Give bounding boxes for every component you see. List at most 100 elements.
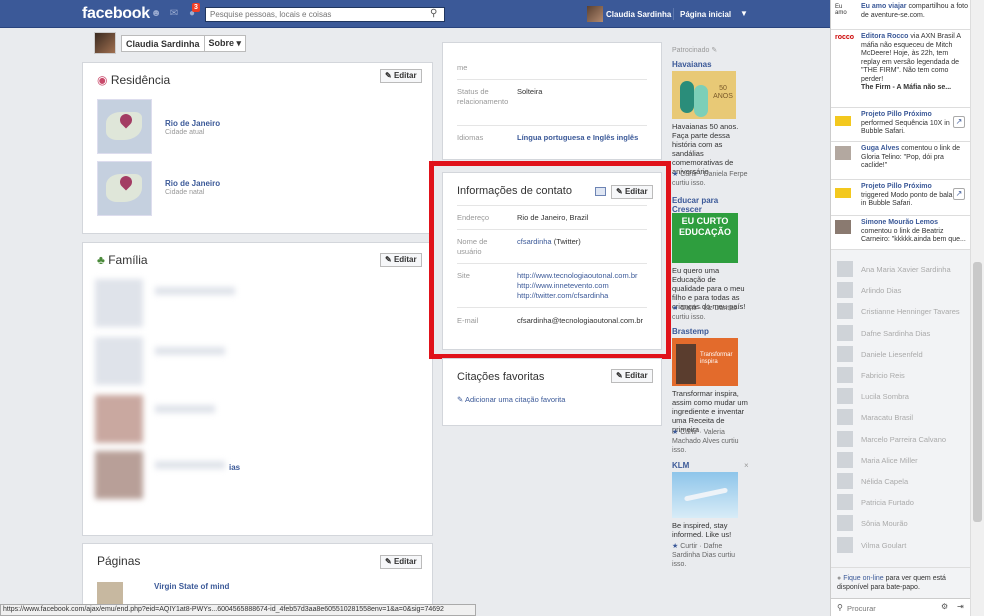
profile-name-link[interactable]: Claudia Sardinha: [122, 39, 204, 49]
friend-requests-icon[interactable]: ☻: [150, 8, 162, 20]
ad-image-text: 50 ANOS: [713, 85, 733, 100]
profile-avatar[interactable]: [94, 32, 116, 54]
current-city-map[interactable]: [97, 99, 152, 154]
like-icon[interactable]: ★: [672, 429, 678, 436]
add-quote-link[interactable]: ✎ Adicionar uma citação favorita: [457, 395, 565, 405]
ticker-text: Eu amo viajar compartilhou a foto de ave…: [861, 3, 969, 20]
chat-friend-item[interactable]: Dafne Sardinha Dias: [837, 324, 967, 341]
chat-friend-item[interactable]: Lucila Sombra: [837, 388, 967, 405]
chat-friend-item[interactable]: Ana Maria Xavier Sardinha: [837, 261, 967, 277]
family-member-photo[interactable]: [95, 395, 143, 443]
ticker-story[interactable]: Eu amo Eu amo viajar compartilhou a foto …: [831, 0, 971, 30]
ad-image[interactable]: EU CURTO EDUCAÇÃO: [672, 213, 738, 263]
account-menu-caret-icon[interactable]: ▼: [740, 9, 748, 18]
search-input[interactable]: [205, 7, 445, 22]
chat-friend-item[interactable]: Sônia Mourão: [837, 515, 967, 532]
home-link[interactable]: Página inicial: [680, 10, 731, 19]
ad-choices-icon[interactable]: ✎: [711, 47, 717, 54]
ticker-body: via AXN Brasil A máfia não esqueceu de M…: [861, 33, 961, 83]
chat-friend-item[interactable]: Marcelo Parreira Calvano: [837, 430, 967, 447]
messages-icon[interactable]: ✉: [168, 8, 180, 20]
search-icon[interactable]: ⚲: [430, 8, 437, 19]
contact-edit-button[interactable]: ✎ Editar: [611, 185, 653, 199]
chat-friend-item[interactable]: Arlindo Dias: [837, 282, 967, 299]
relationship-value: Solteira: [517, 87, 543, 96]
chat-search-input[interactable]: Procurar: [847, 604, 876, 613]
facebook-logo[interactable]: facebook: [82, 5, 150, 23]
ticker-story[interactable]: Simone Mourão Lemos comentou o link de B…: [831, 216, 971, 250]
hometown-link[interactable]: Rio de Janeiro: [165, 179, 220, 188]
family-member-name[interactable]: [155, 287, 235, 295]
like-icon[interactable]: ★: [672, 543, 678, 550]
family-edit-button[interactable]: ✎ Editar: [380, 253, 422, 267]
ad-like: ★ Curtir · Valeria Machado Alves curtiu …: [672, 428, 748, 455]
current-city-link[interactable]: Rio de Janeiro: [165, 119, 220, 128]
family-member-name[interactable]: [155, 405, 215, 413]
contact-title: Informações de contato: [457, 185, 572, 197]
like-icon[interactable]: ★: [672, 305, 678, 312]
email-value[interactable]: cfsardinha@tecnologiaoutonal.com.br: [517, 316, 643, 326]
ad-image[interactable]: 50 ANOS: [672, 71, 736, 119]
ad-text[interactable]: Havaianas 50 anos. Faça parte dessa hist…: [672, 122, 748, 176]
site-link[interactable]: http://twitter.com/cfsardinha: [517, 291, 608, 301]
ticker-actor: Editora Rocco: [861, 33, 909, 40]
family-member-photo[interactable]: [95, 279, 143, 327]
topbar-divider: [673, 8, 674, 20]
ad-image[interactable]: Transformar inspira: [672, 338, 738, 386]
ad-like-text: Curtir · Liz Dantas curtiu isso.: [672, 305, 737, 321]
ad-title[interactable]: Brastemp: [672, 327, 709, 336]
tree-icon: ♣: [97, 253, 105, 267]
chat-friend-item[interactable]: Fabricio Reis: [837, 367, 967, 383]
chat-friend-item[interactable]: Cristianne Henninger Tavares: [837, 303, 967, 320]
ticker-story[interactable]: Projeto Pillo Próximo performed Sequênci…: [831, 108, 971, 142]
close-ad-icon[interactable]: ×: [744, 461, 749, 470]
friend-avatar: [837, 345, 853, 362]
hide-sidebar-icon[interactable]: ⇥: [957, 602, 964, 611]
residence-edit-button[interactable]: ✎ Editar: [380, 69, 422, 83]
ad-title[interactable]: KLM: [672, 461, 689, 470]
divider: [457, 263, 647, 264]
ad-text[interactable]: Be inspired, stay informed. Like us!: [672, 521, 748, 539]
chat-friend-item[interactable]: Patricia Furtado: [837, 494, 967, 511]
relationship-label: Status de relacionamento: [457, 87, 509, 106]
chat-friend-item[interactable]: Daniele Liesenfeld: [837, 345, 967, 362]
share-icon[interactable]: ↗: [953, 116, 965, 128]
family-member-name[interactable]: [155, 461, 225, 469]
scrollbar-thumb[interactable]: [973, 262, 982, 522]
family-member-name[interactable]: [155, 347, 225, 355]
pages-edit-button[interactable]: ✎ Editar: [380, 555, 422, 569]
page-avatar-icon: Eu amo: [835, 4, 847, 16]
ticker-text: Projeto Pillo Próximo performed Sequênci…: [861, 111, 953, 137]
ticker-story[interactable]: Guga Alves comentou o link de Gloria Tel…: [831, 142, 971, 180]
vertical-scrollbar[interactable]: [970, 0, 984, 616]
chat-friend-item[interactable]: Maracatu Brasil: [837, 409, 967, 426]
ticker-story[interactable]: Projeto Pillo Próximo triggered Modo pon…: [831, 180, 971, 216]
chat-friend-item[interactable]: Vilma Goulart: [837, 536, 967, 553]
ticker-story[interactable]: rocco Editora Rocco via AXN Brasil A máf…: [831, 30, 971, 108]
chat-friend-item[interactable]: Maria Alice Miller: [837, 451, 967, 468]
site-link[interactable]: http://www.innetevento.com: [517, 281, 609, 291]
like-icon[interactable]: ★: [672, 171, 678, 178]
hometown-map[interactable]: [97, 161, 152, 216]
chat-friend-item[interactable]: Nélida Capela: [837, 473, 967, 489]
ad-title[interactable]: Educar para Crescer: [672, 196, 748, 214]
ad-image[interactable]: [672, 472, 738, 518]
page-link[interactable]: Virgin State of mind: [154, 582, 229, 591]
residence-box: ◉ Residência ✎ Editar Rio de Janeiro Cid…: [82, 62, 433, 234]
family-member-photo[interactable]: [95, 337, 143, 385]
username-link[interactable]: cfsardinha: [517, 237, 552, 246]
share-icon[interactable]: ↗: [953, 188, 965, 200]
quotes-edit-button[interactable]: ✎ Editar: [611, 369, 653, 383]
username-label: Nome de usuário: [457, 237, 488, 256]
site-link[interactable]: http://www.tecnologiaoutonal.com.br: [517, 271, 637, 281]
family-name-fragment[interactable]: ias: [229, 463, 240, 472]
chat-options-icon[interactable]: ⚙: [941, 602, 948, 611]
user-name-link[interactable]: Claudia Sardinha: [606, 10, 671, 19]
section-selector[interactable]: Sobre ▾: [205, 38, 246, 49]
user-avatar[interactable]: [587, 6, 603, 22]
languages-value[interactable]: Língua portuguesa e Inglês inglês: [517, 133, 638, 143]
family-member-photo[interactable]: [95, 451, 143, 499]
go-online-link[interactable]: Fique on-line: [843, 575, 883, 582]
ad-title[interactable]: Havaianas: [672, 60, 712, 69]
pin-icon: ◉: [97, 73, 108, 87]
